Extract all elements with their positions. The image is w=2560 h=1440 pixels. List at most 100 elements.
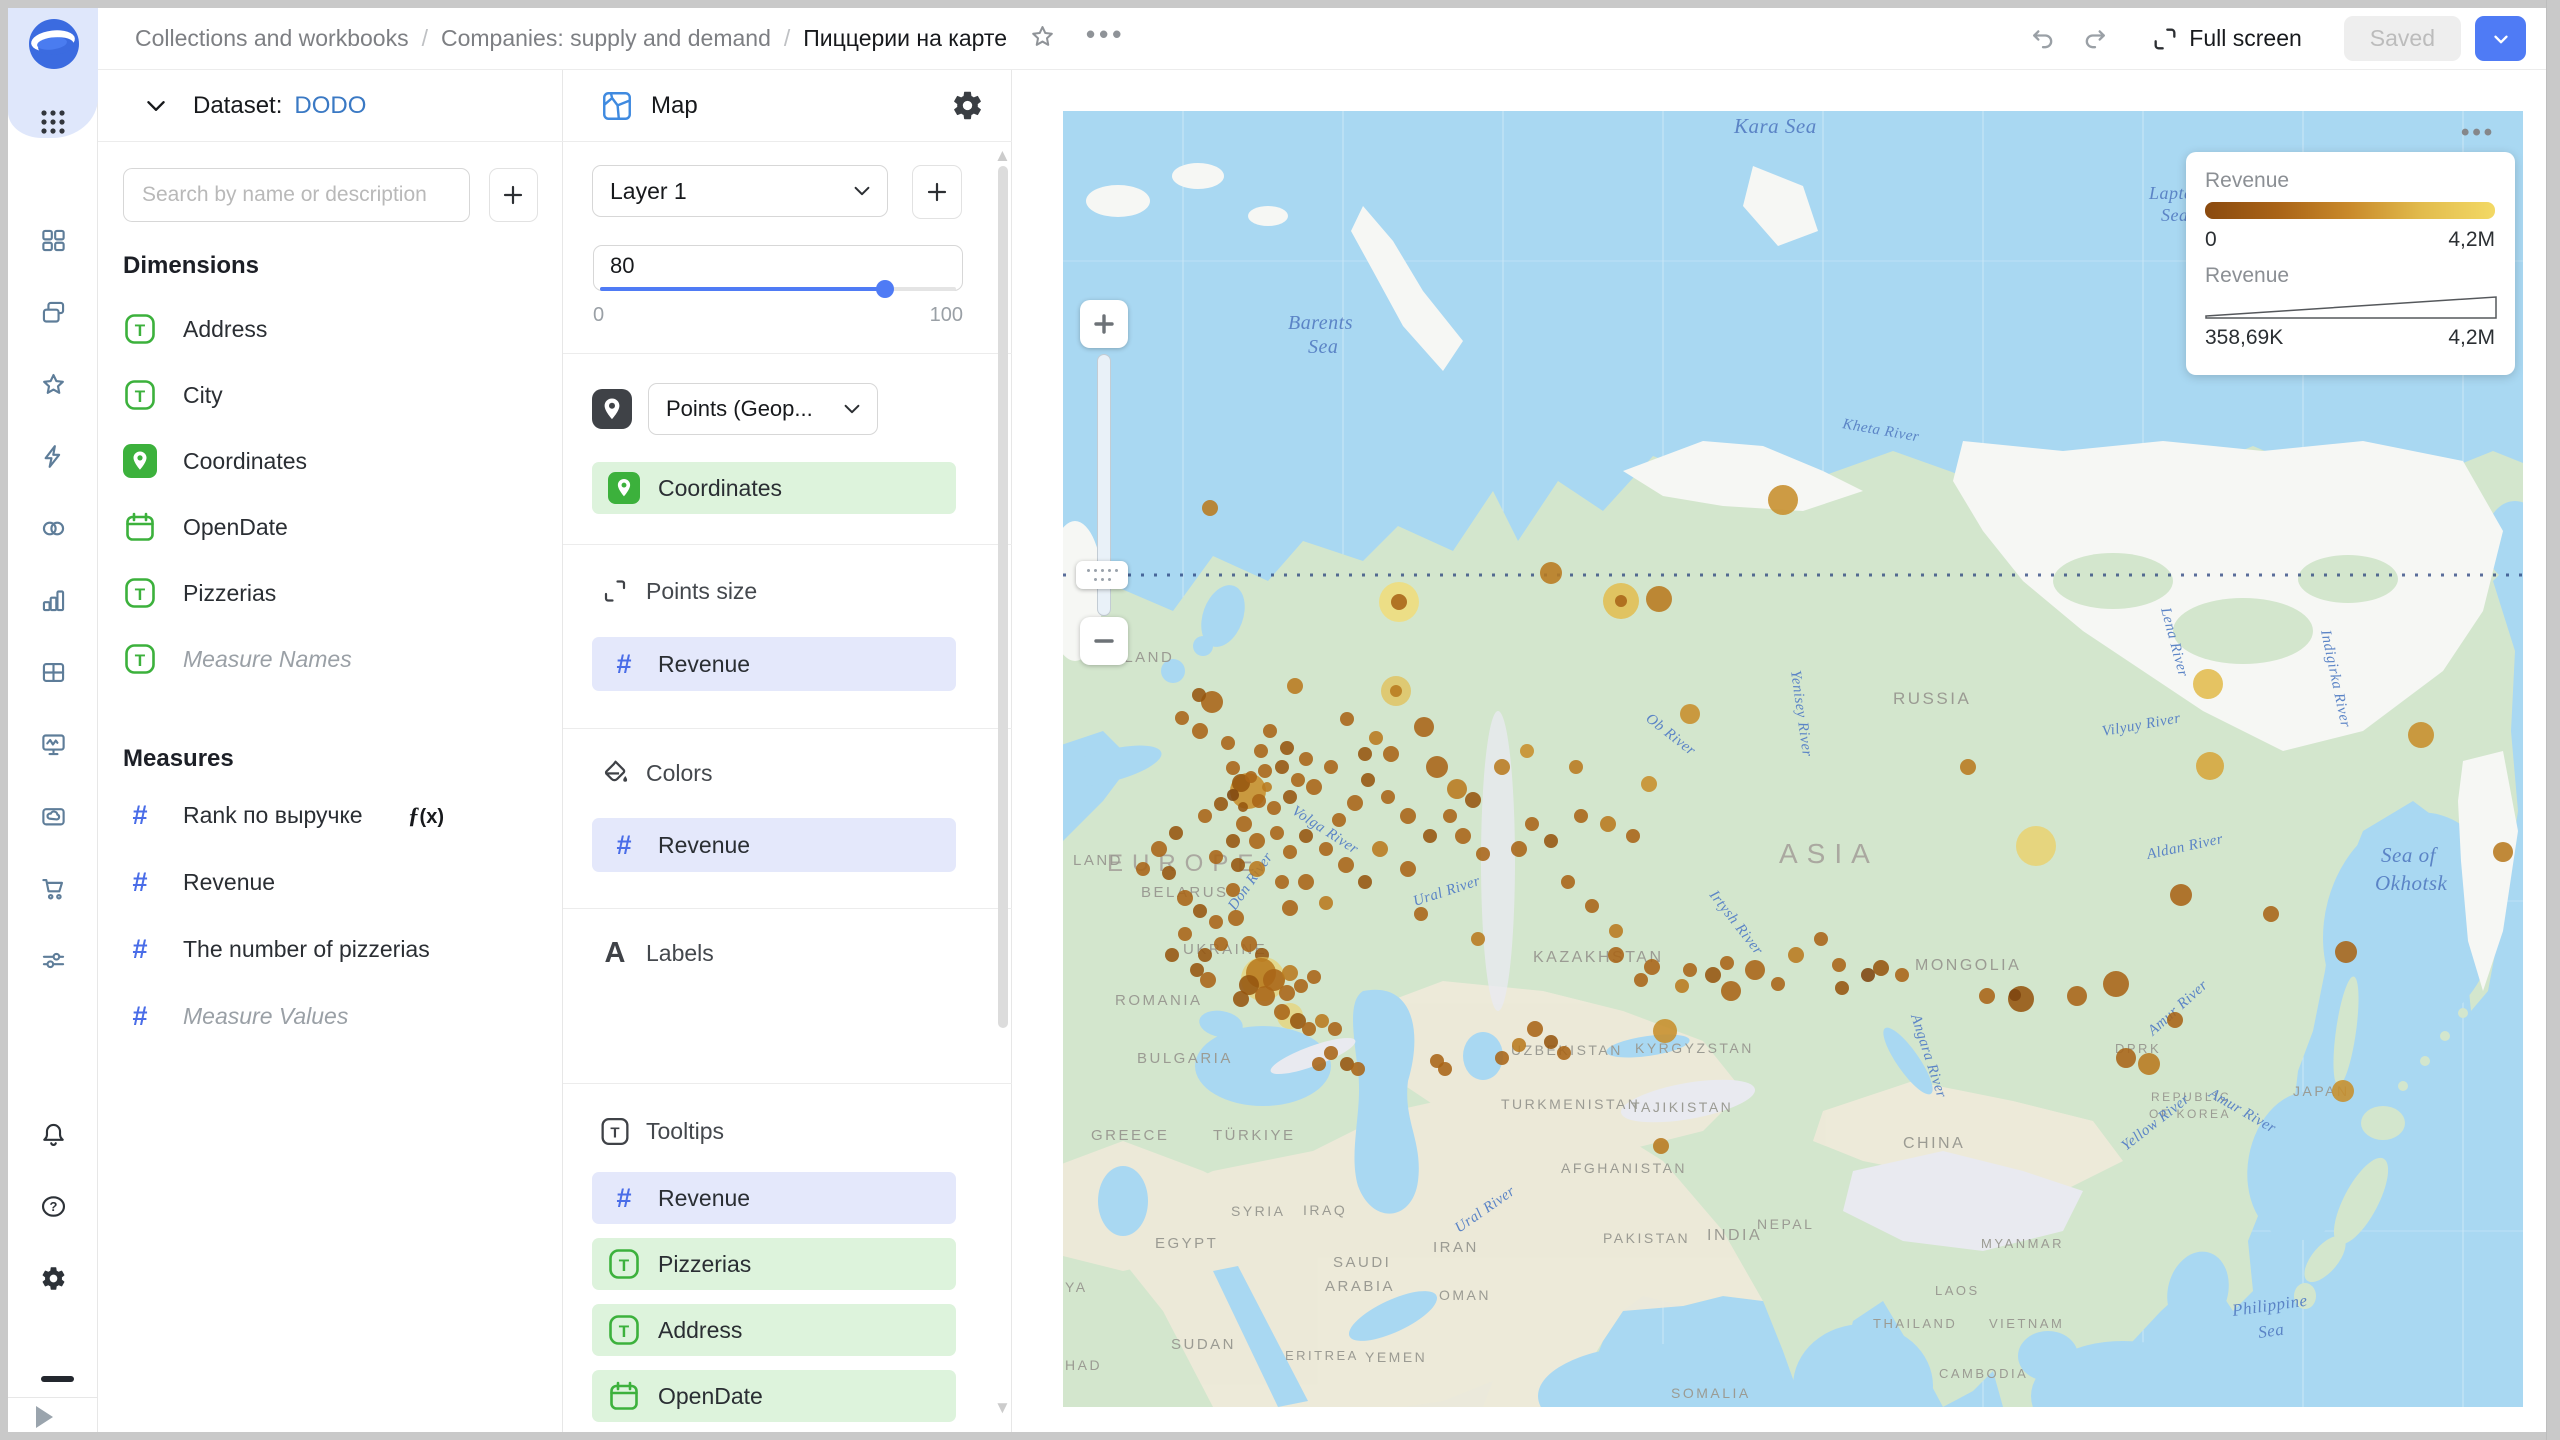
map-point[interactable]: [1430, 1054, 1444, 1068]
tooltip-chip-address[interactable]: T Address: [592, 1304, 956, 1356]
map-point[interactable]: [1338, 857, 1354, 873]
map-point[interactable]: [1175, 711, 1189, 725]
map-point[interactable]: [1511, 841, 1527, 857]
colors-revenue-chip[interactable]: # Revenue: [592, 818, 956, 872]
map-point[interactable]: [1358, 747, 1372, 761]
map-point[interactable]: [1324, 1046, 1338, 1060]
map-point[interactable]: [1249, 861, 1265, 877]
add-layer-button[interactable]: [912, 165, 962, 219]
map-point[interactable]: [1209, 850, 1223, 864]
redo-icon[interactable]: [2081, 25, 2109, 53]
map-point[interactable]: [1262, 782, 1272, 792]
map-point[interactable]: [1383, 746, 1399, 762]
map-point[interactable]: [1369, 731, 1383, 745]
map-point[interactable]: [1294, 979, 1308, 993]
map-point[interactable]: [2335, 941, 2357, 963]
map-point[interactable]: [1241, 936, 1257, 952]
map-point[interactable]: [1299, 829, 1313, 843]
datalens-logo[interactable]: [28, 18, 80, 70]
map-point[interactable]: [1324, 760, 1338, 774]
map-point[interactable]: [1525, 817, 1539, 831]
map-menu-icon[interactable]: •••: [2461, 119, 2495, 147]
chart-settings-gear-icon[interactable]: [951, 89, 984, 122]
opacity-slider-knob[interactable]: [875, 280, 894, 298]
window-scrollbar-gutter[interactable]: [2546, 0, 2560, 1440]
map-canvas[interactable]: EUROPEASIA NLANDLANDBELARUSUKRAINEROMANI…: [1063, 111, 2523, 1407]
map-point[interactable]: [1361, 773, 1375, 787]
opacity-input[interactable]: 80: [593, 245, 963, 291]
map-chart-icon[interactable]: [600, 89, 634, 123]
map-point[interactable]: [1319, 842, 1333, 856]
map-point[interactable]: [1214, 937, 1228, 951]
map-point[interactable]: [1644, 959, 1660, 975]
map-point[interactable]: [1267, 801, 1281, 815]
map-point[interactable]: [1400, 808, 1416, 824]
rail-tables-icon[interactable]: [8, 636, 98, 708]
tooltip-chip-revenue[interactable]: # Revenue: [592, 1172, 956, 1224]
save-dropdown-button[interactable]: [2475, 16, 2526, 61]
map-point[interactable]: [1299, 752, 1313, 766]
apps-grid-icon[interactable]: [39, 108, 67, 136]
map-point[interactable]: [1178, 927, 1192, 941]
map-point[interactable]: [1198, 809, 1212, 823]
rail-favorites-icon[interactable]: [8, 348, 98, 420]
map-point[interactable]: [1979, 988, 1995, 1004]
field-row[interactable]: Coordinates: [98, 428, 562, 494]
map-point[interactable]: [1298, 874, 1314, 890]
map-point[interactable]: [1193, 904, 1207, 918]
map-point[interactable]: [1814, 932, 1828, 946]
map-point[interactable]: [2408, 722, 2434, 748]
map-point[interactable]: [1274, 1004, 1290, 1020]
map-point[interactable]: [1861, 968, 1875, 982]
map-point[interactable]: [1423, 829, 1437, 843]
map-point[interactable]: [1312, 1057, 1326, 1071]
map-point[interactable]: [1615, 595, 1627, 607]
map-point[interactable]: [1494, 759, 1510, 775]
map-point[interactable]: [1832, 958, 1846, 972]
map-point[interactable]: [1319, 896, 1333, 910]
layer-select[interactable]: Layer 1: [592, 165, 888, 217]
map-point[interactable]: [1634, 973, 1648, 987]
map-point[interactable]: [1282, 965, 1298, 981]
map-point[interactable]: [1705, 967, 1721, 983]
map-point[interactable]: [1255, 986, 1275, 1006]
map-point[interactable]: [1414, 907, 1428, 921]
map-point[interactable]: [1190, 963, 1204, 977]
map-point[interactable]: [1372, 841, 1388, 857]
map-point[interactable]: [1391, 594, 1407, 610]
map-point[interactable]: [1226, 834, 1240, 848]
field-row[interactable]: # Revenue: [98, 849, 562, 916]
map-point[interactable]: [1390, 685, 1402, 697]
undo-icon[interactable]: [2029, 25, 2057, 53]
map-point[interactable]: [1608, 947, 1624, 963]
map-point[interactable]: [1177, 890, 1193, 906]
opacity-slider[interactable]: [600, 280, 956, 298]
map-point[interactable]: [1788, 947, 1804, 963]
breadcrumb-item[interactable]: Collections and workbooks: [135, 25, 409, 52]
field-row[interactable]: T Pizzerias: [98, 560, 562, 626]
field-row[interactable]: T Measure Names: [98, 626, 562, 692]
map-point[interactable]: [1198, 948, 1212, 962]
map-point[interactable]: [1228, 910, 1244, 926]
map-point[interactable]: [1226, 883, 1240, 897]
map-point[interactable]: [1520, 744, 1534, 758]
map-point[interactable]: [1214, 797, 1228, 811]
map-point[interactable]: [1720, 956, 1734, 970]
rail-notifications-icon[interactable]: [8, 1098, 98, 1170]
map-point[interactable]: [2009, 989, 2021, 1001]
rail-charts-icon[interactable]: [8, 564, 98, 636]
map-point[interactable]: [1136, 862, 1150, 876]
rail-marketplace-icon[interactable]: [8, 852, 98, 924]
map-point[interactable]: [2170, 884, 2192, 906]
map-point[interactable]: [1233, 991, 1249, 1007]
map-point[interactable]: [1165, 948, 1179, 962]
map-point[interactable]: [1455, 828, 1471, 844]
map-point[interactable]: [1381, 790, 1395, 804]
field-row[interactable]: T Address: [98, 296, 562, 362]
map-point[interactable]: [1347, 795, 1363, 811]
map-point[interactable]: [1245, 771, 1257, 783]
config-scrollbar[interactable]: [998, 166, 1008, 1028]
map-point[interactable]: [1283, 845, 1297, 859]
map-point[interactable]: [1258, 764, 1272, 778]
zoom-out-button[interactable]: [1080, 617, 1128, 665]
